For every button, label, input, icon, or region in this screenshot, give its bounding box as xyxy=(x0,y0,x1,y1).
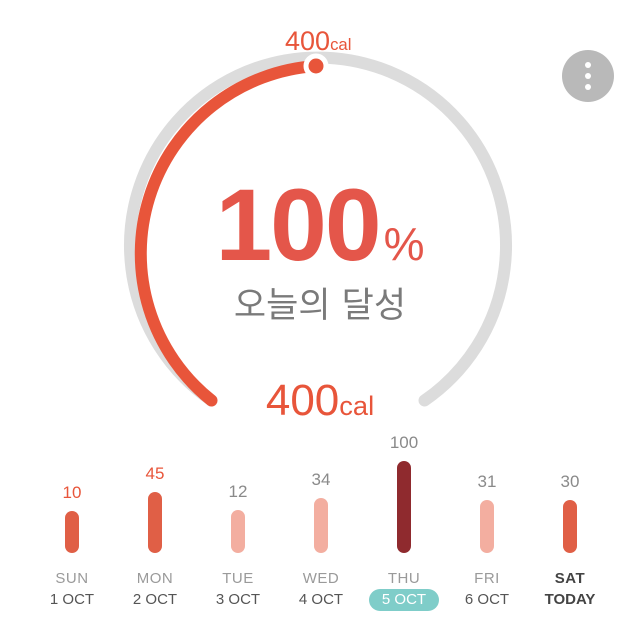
day-of-week: THU xyxy=(387,570,421,587)
day-wed[interactable]: 34 WED 4 OCT xyxy=(276,440,366,620)
day-of-week: SAT xyxy=(554,570,586,587)
achievement-percent-value: 100 xyxy=(215,168,381,282)
day-date: 2 OCT xyxy=(132,591,178,608)
percent-sign: % xyxy=(383,218,425,270)
day-bar xyxy=(148,491,162,553)
achievement-percent: 100% xyxy=(0,170,640,299)
selected-date-badge: 5 OCT xyxy=(369,589,439,611)
consumed-calorie-unit: cal xyxy=(339,390,375,421)
day-date: 4 OCT xyxy=(298,591,344,608)
day-of-week: WED xyxy=(302,570,340,587)
day-bar xyxy=(314,497,328,553)
day-value: 10 xyxy=(62,483,82,503)
day-bar xyxy=(65,511,79,553)
day-value: 100 xyxy=(389,433,419,452)
day-value: 30 xyxy=(560,472,580,492)
day-bar xyxy=(563,500,577,553)
day-of-week: TUE xyxy=(222,570,254,587)
goal-calorie-unit: cal xyxy=(330,35,352,54)
day-tue[interactable]: 12 TUE 3 OCT xyxy=(193,440,283,620)
more-vertical-icon xyxy=(585,62,591,68)
day-value: 45 xyxy=(145,463,165,483)
day-date: 1 OCT xyxy=(49,591,95,608)
consumed-calorie-label: 400cal xyxy=(0,376,640,431)
day-of-week: MON xyxy=(136,570,174,587)
goal-calorie-label: 400cal xyxy=(285,26,351,60)
day-of-week: FRI xyxy=(474,570,500,587)
day-fri[interactable]: 31 FRI 6 OCT xyxy=(442,440,532,620)
day-sun[interactable]: 10 SUN 1 OCT xyxy=(27,440,117,620)
day-value: 31 xyxy=(477,471,497,491)
day-bar xyxy=(397,461,411,553)
today-label: TODAY xyxy=(544,591,596,608)
day-bar xyxy=(480,499,494,553)
day-sat[interactable]: 30 SAT TODAY xyxy=(525,440,615,620)
more-options-button[interactable] xyxy=(562,50,614,102)
consumed-calorie-value: 400 xyxy=(265,376,340,425)
day-thu[interactable]: 100 THU 5 OCT xyxy=(359,433,449,620)
achievement-subtitle: 오늘의 달성 xyxy=(233,286,407,326)
goal-calorie-value: 400 xyxy=(285,26,331,56)
day-bar xyxy=(231,510,245,553)
day-value: 12 xyxy=(228,482,248,502)
day-of-week: SUN xyxy=(55,570,89,587)
day-mon[interactable]: 45 MON 2 OCT xyxy=(110,440,200,620)
day-value: 34 xyxy=(311,469,331,489)
day-date: 3 OCT xyxy=(215,591,261,608)
day-date: 6 OCT xyxy=(464,591,510,608)
